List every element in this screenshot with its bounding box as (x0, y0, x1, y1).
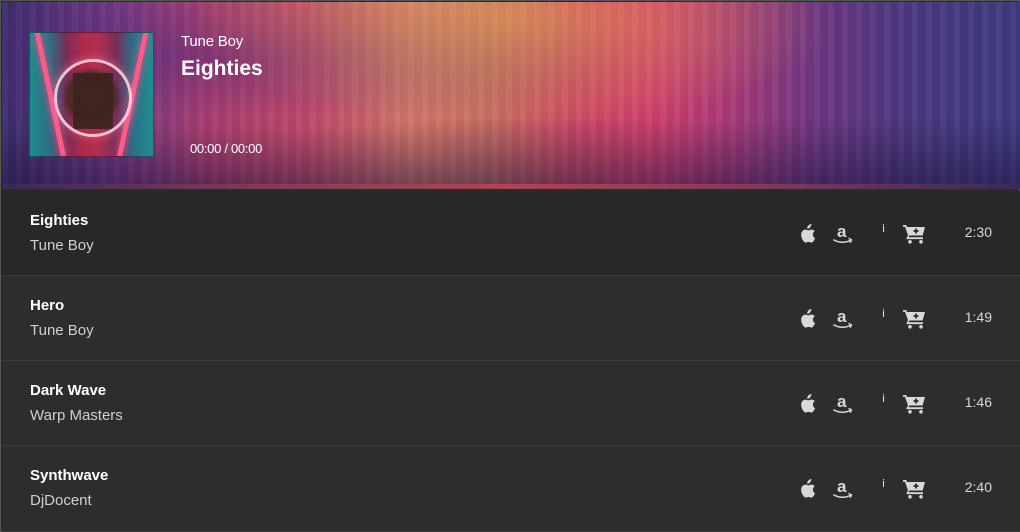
playlist-item-artist: Tune Boy (30, 237, 94, 254)
cart-add-icon[interactable] (903, 479, 926, 499)
playlist-item-title: Dark Wave (30, 382, 107, 399)
amazon-icon[interactable]: a (832, 222, 854, 246)
now-playing-header: Tune Boy Eighties 00:00 / 00:00 (2, 2, 1020, 188)
playlist-item-duration: 1:49 (964, 309, 992, 325)
time-readout: 00:00 / 00:00 (190, 141, 262, 156)
playlist-item-duration: 2:40 (964, 479, 992, 495)
svg-text:a: a (837, 392, 847, 411)
playlist-item-duration: 2:30 (964, 224, 992, 240)
cart-add-icon[interactable] (903, 224, 926, 244)
svg-text:a: a (837, 477, 847, 496)
now-playing-title: Eighties (181, 57, 263, 80)
svg-text:a: a (837, 307, 847, 326)
album-cover (29, 32, 154, 157)
playlist-item-artist: Tune Boy (30, 322, 94, 339)
playlist: Eighties Tune Boy a i 2:30 Hero Tune Boy (2, 191, 1020, 532)
info-icon[interactable]: i (882, 222, 885, 235)
playlist-item-duration: 1:46 (964, 394, 992, 410)
playlist-item[interactable]: Synthwave DjDocent a i 2:40 (2, 446, 1020, 532)
playlist-item-title: Hero (30, 297, 65, 314)
playlist-item[interactable]: Dark Wave Warp Masters a i 1:46 (2, 361, 1020, 446)
apple-icon[interactable] (798, 394, 816, 414)
progress-bar[interactable] (2, 184, 1020, 189)
info-icon[interactable]: i (882, 307, 885, 320)
playlist-item-title: Synthwave (30, 467, 109, 484)
playlist-item[interactable]: Eighties Tune Boy a i 2:30 (2, 191, 1020, 276)
playlist-item-title: Eighties (30, 212, 89, 229)
apple-icon[interactable] (798, 224, 816, 244)
cart-add-icon[interactable] (903, 394, 926, 414)
amazon-icon[interactable]: a (832, 477, 854, 501)
info-icon[interactable]: i (882, 477, 885, 490)
amazon-icon[interactable]: a (832, 307, 854, 331)
info-icon[interactable]: i (882, 392, 885, 405)
playlist-item[interactable]: Hero Tune Boy a i 1:49 (2, 276, 1020, 361)
playlist-item-artist: Warp Masters (30, 407, 123, 424)
svg-text:a: a (837, 222, 847, 241)
music-player: Tune Boy Eighties 00:00 / 00:00 Eighties… (0, 0, 1020, 532)
amazon-icon[interactable]: a (832, 392, 854, 416)
apple-icon[interactable] (798, 479, 816, 499)
playlist-item-artist: DjDocent (30, 492, 92, 509)
now-playing-artist: Tune Boy (181, 33, 244, 50)
cart-add-icon[interactable] (903, 309, 926, 329)
apple-icon[interactable] (798, 309, 816, 329)
